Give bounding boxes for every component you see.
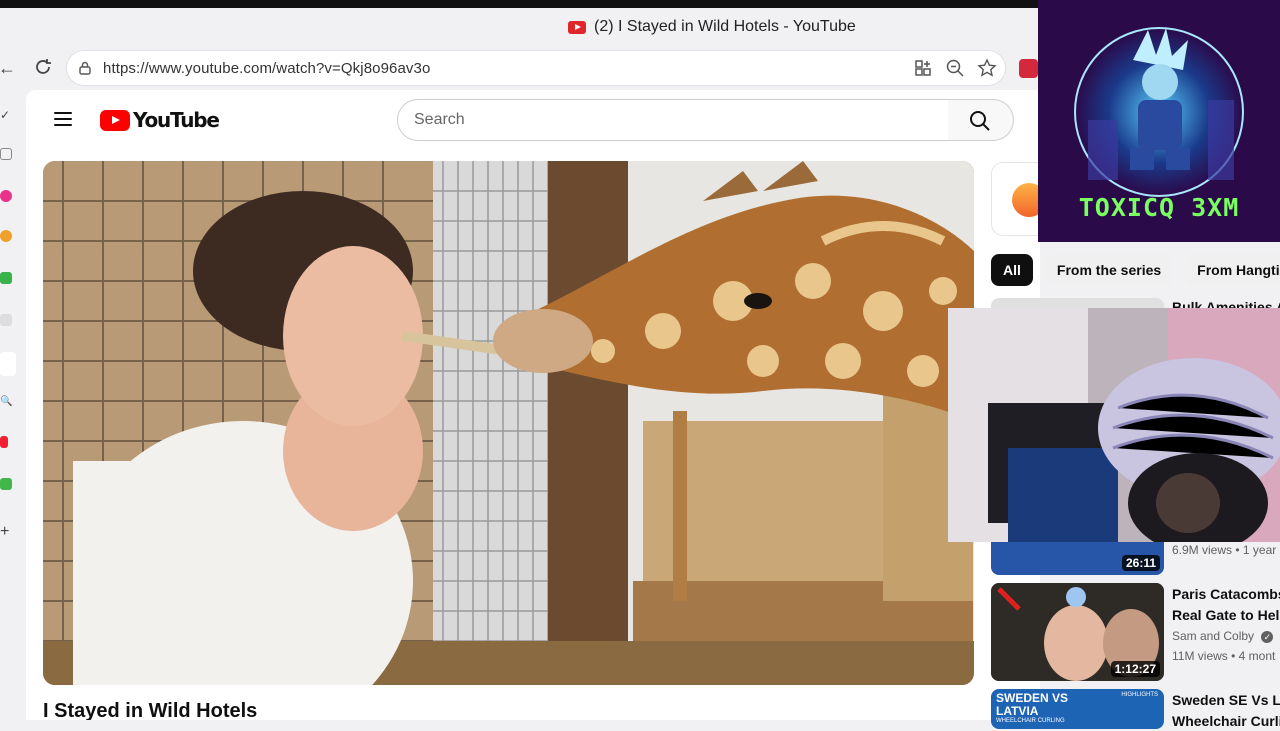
- streamer-logo-overlay: TOXICQ 3XM: [1038, 0, 1280, 242]
- lock-icon[interactable]: [79, 61, 91, 75]
- browser-nav-bar: ← https://www.youtube.com/watch?v=Qkj8o9…: [0, 46, 1040, 90]
- rec-title-2-line-1[interactable]: Paris Catacombs: [1172, 584, 1280, 604]
- whatsapp-icon[interactable]: [0, 272, 12, 284]
- app-icon-faded[interactable]: [0, 314, 12, 326]
- calendar-icon[interactable]: [0, 148, 12, 160]
- youtube-favicon-icon: [568, 20, 586, 34]
- rec-thumb-3-sub: WHEELCHAIR CURLING: [996, 718, 1065, 724]
- check-icon[interactable]: ✓: [0, 108, 12, 122]
- webcam-feed: [948, 308, 1280, 542]
- star-icon[interactable]: [977, 58, 997, 78]
- rec-title-2-line-2[interactable]: Real Gate to Hell: [1172, 605, 1280, 625]
- ad-logo-icon: [1012, 183, 1040, 217]
- reload-icon[interactable]: [32, 56, 54, 78]
- search-icon: [970, 111, 990, 131]
- extension-icon[interactable]: [1019, 59, 1038, 78]
- add-icon[interactable]: +: [0, 524, 12, 540]
- video-player[interactable]: [43, 161, 974, 685]
- chip-from-hangtime[interactable]: From Hangtime: [1185, 254, 1280, 286]
- rec-duration-1: 26:11: [1121, 555, 1160, 571]
- filter-chips: All From the series From Hangtime: [991, 254, 1280, 286]
- instagram-icon[interactable]: [0, 190, 12, 202]
- rec-channel-2-name[interactable]: Sam and Colby: [1172, 629, 1254, 643]
- youtube-logo-text: YouTube: [133, 108, 220, 132]
- verified-icon: ✓: [1261, 631, 1274, 643]
- rec-duration-2: 1:12:27: [1110, 661, 1160, 677]
- youtube-page: YouTube Search I Stayed in Wild Hotels: [26, 90, 1040, 720]
- chip-from-the-series[interactable]: From the series: [1044, 254, 1174, 286]
- ad-card[interactable]: [991, 162, 1040, 236]
- streamer-name: TOXICQ 3XM: [1078, 193, 1240, 222]
- url-text[interactable]: https://www.youtube.com/watch?v=Qkj8o96a…: [103, 60, 430, 77]
- browser-title-bar: (2) I Stayed in Wild Hotels - YouTube: [0, 8, 1040, 46]
- tab-title[interactable]: (2) I Stayed in Wild Hotels - YouTube: [568, 18, 856, 36]
- search-placeholder: Search: [414, 111, 465, 128]
- netflix-icon[interactable]: [0, 436, 8, 448]
- apps-icon[interactable]: [913, 58, 933, 78]
- menu-icon[interactable]: [54, 112, 72, 126]
- rec-title-3-line-1[interactable]: Sweden SE Vs LV: [1172, 690, 1280, 710]
- tab-title-text: (2) I Stayed in Wild Hotels - YouTube: [594, 18, 856, 35]
- rec-channel-2[interactable]: Sam and Colby ✓: [1172, 629, 1274, 643]
- rec-thumb-3-line-2: LATVIA: [996, 704, 1039, 718]
- youtube-logo[interactable]: YouTube: [100, 108, 220, 132]
- webcam-overlay: [948, 308, 1280, 542]
- rec-title-3-line-2[interactable]: Wheelchair Curli: [1172, 711, 1280, 731]
- search-button[interactable]: [948, 99, 1014, 141]
- browser-sidebar: ✓ 🔍 +: [0, 90, 26, 720]
- rec-thumbnail-2[interactable]: 1:12:27: [991, 583, 1164, 681]
- app-icon-green[interactable]: [0, 478, 12, 490]
- search-input[interactable]: Search: [397, 99, 950, 141]
- back-arrow-icon[interactable]: ←: [0, 58, 16, 79]
- video-title: I Stayed in Wild Hotels: [43, 700, 258, 720]
- search-sidebar-icon[interactable]: 🔍: [0, 396, 12, 408]
- video-frame: [43, 161, 974, 685]
- address-bar[interactable]: https://www.youtube.com/watch?v=Qkj8o96a…: [66, 50, 1006, 86]
- app-icon[interactable]: [0, 230, 12, 242]
- rec-meta-1: 6.9M views • 1 year: [1172, 543, 1277, 557]
- rec-meta-2: 11M views • 4 mont: [1172, 649, 1276, 663]
- zoom-out-icon[interactable]: [945, 58, 965, 78]
- youtube-play-icon: [100, 109, 130, 131]
- streamer-avatar-art: [1074, 27, 1244, 197]
- rec-thumbnail-3[interactable]: SWEDEN VS LATVIA WHEELCHAIR CURLING HIGH…: [991, 689, 1164, 729]
- rec-thumb-3-line-1: SWEDEN VS: [996, 691, 1069, 705]
- audio-icon[interactable]: [0, 352, 16, 376]
- chip-all[interactable]: All: [991, 254, 1033, 286]
- rec-thumb-3-badge: HIGHLIGHTS: [1121, 692, 1158, 698]
